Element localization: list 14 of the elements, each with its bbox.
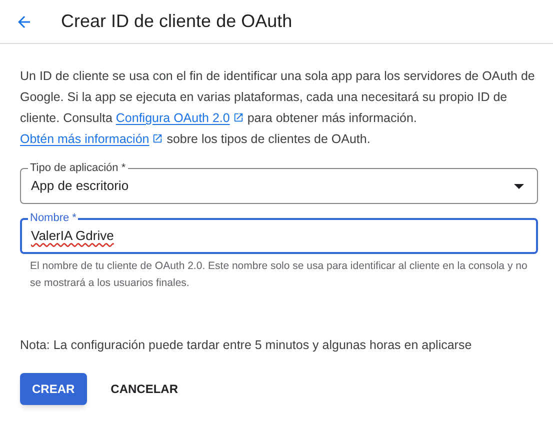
helper-text: El nombre de tu cliente de OAuth 2.0. Este nombre solo se usa para identificar al cliente en la consola y no se mostrará a los usuarios finales. bbox=[29, 259, 528, 291]
cancel-button[interactable]: CANCELAR bbox=[96, 372, 192, 405]
help-link[interactable]: Obtén más información bbox=[20, 132, 164, 146]
field-value: ValerIA Gdrive bbox=[31, 227, 115, 246]
dropdown-arrow-icon bbox=[514, 184, 524, 188]
field-label: Tipo de aplicación * bbox=[28, 161, 128, 175]
external-link-icon bbox=[232, 112, 244, 123]
external-link-icon bbox=[152, 133, 164, 144]
note-text: Nota: La configuración puede tardar entre 5 minutos y algunas horas en aplicarse bbox=[20, 337, 473, 354]
intro-paragraph: Un ID de cliente se usa con el fin de identificar una sola app para los servidores de OAuth de Google. Si la app se ejecuta en varias plataformas, cada una necesitará su propio ID de cliente. Consulta Configura OAuth 2.0 para obtener más información. Obtén más información sobre los tipos de clientes de OAuth. bbox=[20, 68, 535, 148]
help-link[interactable]: Configura OAuth 2.0 bbox=[116, 111, 244, 125]
page-title: Crear ID de cliente de OAuth bbox=[61, 10, 292, 33]
field-value: App de escritorio bbox=[31, 177, 130, 196]
create-button[interactable]: CREAR bbox=[20, 372, 87, 405]
